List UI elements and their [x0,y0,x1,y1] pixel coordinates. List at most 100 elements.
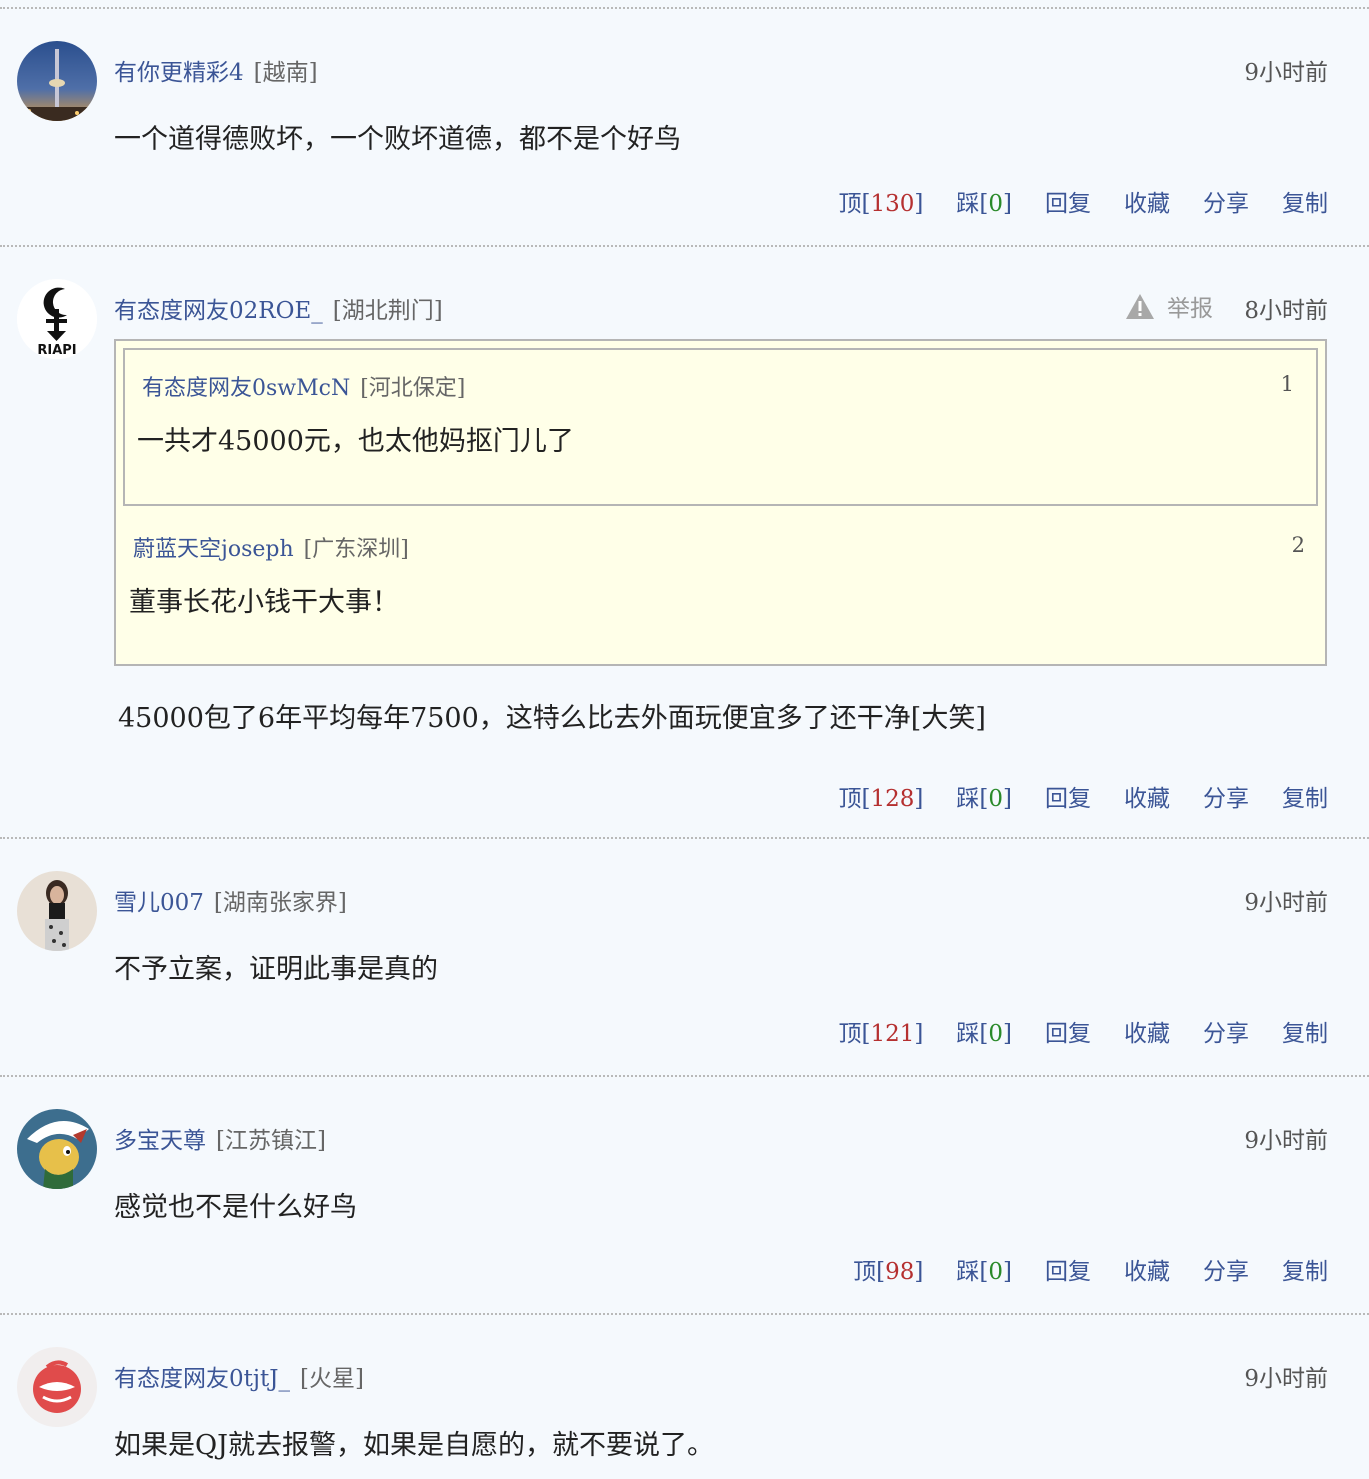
upvote-button[interactable]: 顶[121] [839,1014,924,1048]
svg-text:RIAPI: RIAPI [37,343,76,358]
username[interactable]: 有你更精彩4 [越南] [114,53,318,87]
downvote-button[interactable]: 踩[0] [956,184,1012,218]
avatar[interactable] [17,871,97,951]
timestamp: 9小时前 [1244,1366,1328,1392]
downvote-button[interactable]: 踩[0] [956,1014,1012,1048]
comment-item: 雪儿007 [湖南张家界] 9小时前 不予立案，证明此事是真的 顶[121] 踩[… [0,839,1369,1075]
riapi-logo-avatar: RIAPI [17,279,97,359]
comment-text: 45000包了6年平均每年7500，这特么比去外面玩便宜多了还干净[大笑] [118,703,986,734]
comment-item: 有态度网友0tjtJ_ [火星] 9小时前 如果是QJ就去报警，如果是自愿的，就不… [0,1315,1369,1475]
downvote-label: 踩 [956,786,980,812]
comment-text: 一个道得德败坏，一个败坏道德，都不是个好鸟 [114,124,681,155]
comment-text: 感觉也不是什么好鸟 [114,1192,357,1223]
collect-button[interactable]: 收藏 [1124,1014,1170,1048]
upvote-label: 顶 [853,1259,877,1285]
girl-photo-avatar [17,871,97,951]
avatar[interactable] [17,41,97,121]
comment-actions: 顶[130] 踩[0] 回复 收藏 分享 复制 [839,184,1328,218]
quote-username-text[interactable]: 蔚蓝天空joseph [133,537,294,562]
username-text[interactable]: 有你更精彩4 [114,60,244,86]
downvote-count: 0 [988,191,1004,217]
username-text[interactable]: 有态度网友0tjtJ_ [114,1366,290,1392]
comment-item: 有你更精彩4 [越南] 9小时前 一个道得德败坏，一个败坏道德，都不是个好鸟 顶[… [0,9,1369,245]
comment-text: 如果是QJ就去报警，如果是自愿的，就不要说了。 [114,1430,714,1461]
warning-icon [1126,293,1154,319]
collect-button[interactable]: 收藏 [1124,1252,1170,1286]
downvote-label: 踩 [956,191,980,217]
quote-username[interactable]: 蔚蓝天空joseph [广东深圳] [133,531,409,563]
upvote-count: 98 [885,1259,915,1285]
floor-number: 1 [1280,372,1294,396]
upvote-count: 128 [870,786,915,812]
comment-text: 不予立案，证明此事是真的 [114,954,438,985]
user-location: [湖北荆门] [332,298,443,324]
comment-actions: 顶[128] 踩[0] 回复 收藏 分享 复制 [839,779,1328,813]
share-button[interactable]: 分享 [1203,184,1249,218]
upvote-button[interactable]: 顶[98] [853,1252,923,1286]
username[interactable]: 有态度网友02ROE_ [湖北荆门] [114,291,443,325]
floor-number: 2 [1291,533,1305,557]
copy-button[interactable]: 复制 [1282,184,1328,218]
upvote-button[interactable]: 顶[130] [839,184,924,218]
cartoon-dog-avatar [17,1109,97,1189]
upvote-count: 121 [870,1021,915,1047]
report-button[interactable]: 举报 [1125,289,1213,323]
username-text[interactable]: 有态度网友02ROE_ [114,298,323,324]
avatar[interactable] [17,1109,97,1189]
quote-block: 有态度网友0swMcN [河北保定] 1 一共才45000元，也太他妈抠门儿了 蔚… [114,339,1327,666]
comment-actions: 顶[98] 踩[0] 回复 收藏 分享 复制 [853,1252,1328,1286]
copy-button[interactable]: 复制 [1282,1252,1328,1286]
avatar[interactable]: RIAPI [17,279,97,359]
downvote-button[interactable]: 踩[0] [956,1252,1012,1286]
nested-quote: 有态度网友0swMcN [河北保定] 1 一共才45000元，也太他妈抠门儿了 [123,348,1318,506]
share-button[interactable]: 分享 [1203,1252,1249,1286]
username-text[interactable]: 雪儿007 [114,890,204,916]
user-location: [江苏镇江] [216,1128,326,1154]
collect-button[interactable]: 收藏 [1124,779,1170,813]
report-label: 举报 [1167,296,1213,322]
upvote-label: 顶 [838,786,862,812]
downvote-label: 踩 [956,1021,980,1047]
comment-item: RIAPI 有态度网友02ROE_ [湖北荆门] 举报 8小时前 有态度网友0sw… [0,247,1369,837]
user-location: [越南] [253,60,318,86]
red-cup-avatar [17,1347,97,1427]
timestamp: 9小时前 [1244,890,1328,916]
reply-button[interactable]: 回复 [1045,1014,1091,1048]
downvote-count: 0 [988,1021,1004,1047]
username[interactable]: 雪儿007 [湖南张家界] [114,883,347,917]
reply-button[interactable]: 回复 [1045,1252,1091,1286]
downvote-label: 踩 [956,1259,980,1285]
quote-username-text[interactable]: 有态度网友0swMcN [142,376,350,401]
comment-list: 有你更精彩4 [越南] 9小时前 一个道得德败坏，一个败坏道德，都不是个好鸟 顶[… [0,7,1369,1475]
downvote-count: 0 [988,786,1004,812]
quote-text: 董事长花小钱干大事！ [129,587,399,618]
timestamp: 9小时前 [1244,1128,1328,1154]
quote-text: 一共才45000元，也太他妈抠门儿了 [137,426,574,457]
quote-user-location: [广东深圳] [303,537,409,562]
upvote-label: 顶 [838,1021,862,1047]
user-location: [火星] [299,1366,364,1392]
upvote-button[interactable]: 顶[128] [839,779,924,813]
username[interactable]: 多宝天尊 [江苏镇江] [114,1121,326,1155]
downvote-count: 0 [988,1259,1004,1285]
reply-button[interactable]: 回复 [1045,184,1091,218]
copy-button[interactable]: 复制 [1282,1014,1328,1048]
username[interactable]: 有态度网友0tjtJ_ [火星] [114,1359,364,1393]
username-text[interactable]: 多宝天尊 [114,1128,206,1154]
share-button[interactable]: 分享 [1203,779,1249,813]
avatar[interactable] [17,1347,97,1427]
quote-user-location: [河北保定] [360,376,466,401]
comment-item: 多宝天尊 [江苏镇江] 9小时前 感觉也不是什么好鸟 顶[98] 踩[0] 回复 … [0,1077,1369,1313]
downvote-button[interactable]: 踩[0] [956,779,1012,813]
reply-button[interactable]: 回复 [1045,779,1091,813]
share-button[interactable]: 分享 [1203,1014,1249,1048]
timestamp: 8小时前 [1244,298,1328,324]
tower-photo-avatar [17,41,97,121]
timestamp: 9小时前 [1244,60,1328,86]
copy-button[interactable]: 复制 [1282,779,1328,813]
quote-username[interactable]: 有态度网友0swMcN [河北保定] [142,370,465,402]
user-location: [湖南张家界] [213,890,347,916]
collect-button[interactable]: 收藏 [1124,184,1170,218]
upvote-label: 顶 [838,191,862,217]
comment-actions: 顶[121] 踩[0] 回复 收藏 分享 复制 [839,1014,1328,1048]
